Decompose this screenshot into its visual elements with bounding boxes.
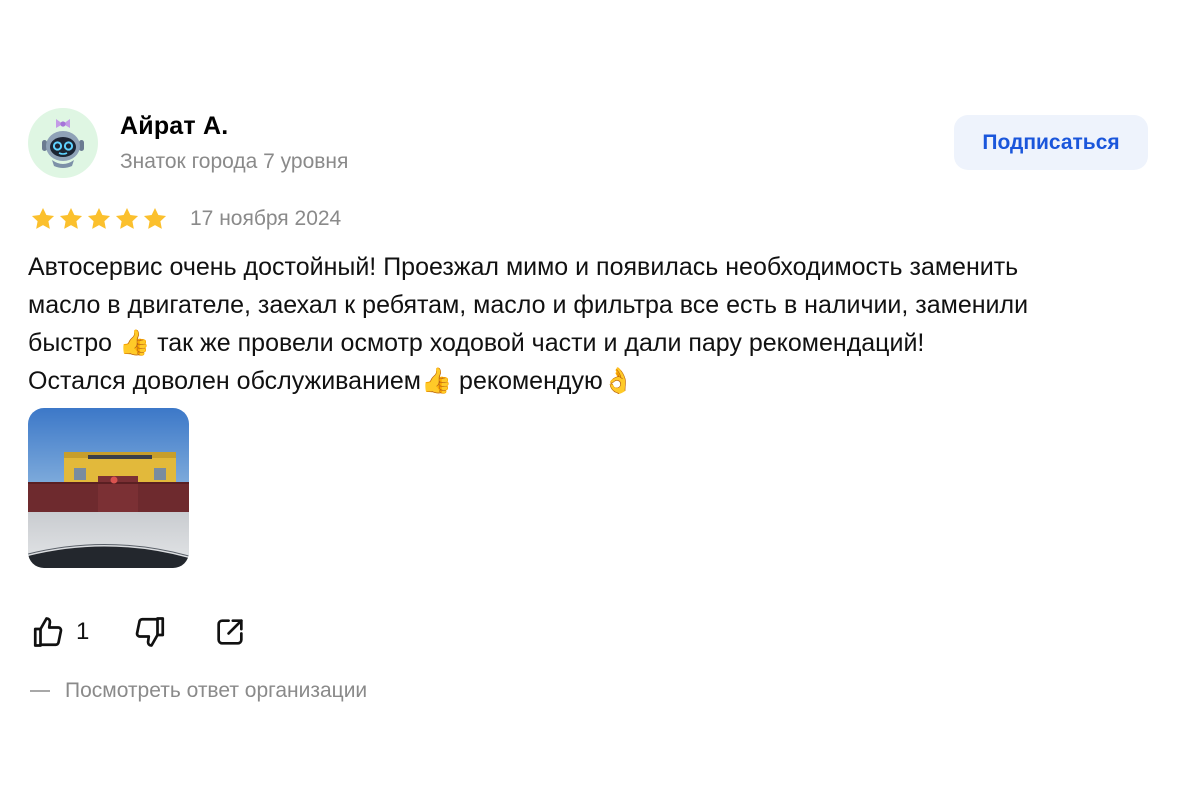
review-text-fragment: быстро	[28, 329, 113, 357]
author-level: Знаток города 7 уровня	[120, 150, 349, 173]
org-reply-label: Посмотреть ответ организации	[65, 679, 368, 702]
review-text-fragment: так же провели осмотр ходовой части и да…	[157, 329, 925, 357]
author-avatar[interactable]	[28, 108, 98, 178]
thumbs-up-emoji: 👍	[119, 329, 151, 357]
review-text-line: Автосервис очень достойный! Проезжал мим…	[28, 253, 1019, 281]
author-name[interactable]: Айрат А.	[120, 112, 228, 141]
rating-stars	[30, 206, 168, 232]
view-org-reply-link[interactable]: Посмотреть ответ организации	[30, 679, 367, 703]
review-text: Автосервис очень достойный! Проезжал мим…	[28, 248, 1168, 400]
thumbs-up-icon	[33, 617, 63, 647]
review-text-line: Остался доволен обслуживанием👍 рекоменду…	[28, 362, 1168, 400]
share-icon	[217, 619, 243, 645]
review-text-fragment: Остался доволен обслуживанием	[28, 367, 421, 395]
review-text-line: быстро 👍 так же провели осмотр ходовой ч…	[28, 324, 1168, 362]
star-icon	[115, 207, 139, 229]
thumbs-down-icon	[135, 617, 165, 647]
like-count: 1	[76, 618, 90, 645]
review-date: 17 ноября 2024	[190, 207, 342, 230]
star-icon	[87, 207, 111, 229]
dislike-button[interactable]	[132, 612, 168, 652]
star-icon	[59, 207, 83, 229]
thumbs-up-emoji: 👍	[420, 367, 453, 395]
robot-avatar-icon	[42, 119, 84, 168]
dash-divider	[30, 690, 50, 692]
ok-hand-emoji: 👌	[602, 367, 634, 395]
review-text-line: масло в двигателе, заехал к ребятам, мас…	[28, 291, 1029, 319]
review-card: Айрат А. Знаток города 7 уровня Подписат…	[0, 0, 1200, 800]
subscribe-button[interactable]: Подписаться	[954, 115, 1148, 170]
star-icon	[143, 207, 167, 229]
review-text-fragment: рекомендую	[459, 367, 603, 395]
star-icon	[31, 207, 55, 229]
share-button[interactable]	[213, 612, 247, 652]
service-building-photo	[28, 408, 189, 568]
like-button[interactable]: 1	[30, 612, 89, 652]
review-photo[interactable]	[28, 408, 189, 568]
